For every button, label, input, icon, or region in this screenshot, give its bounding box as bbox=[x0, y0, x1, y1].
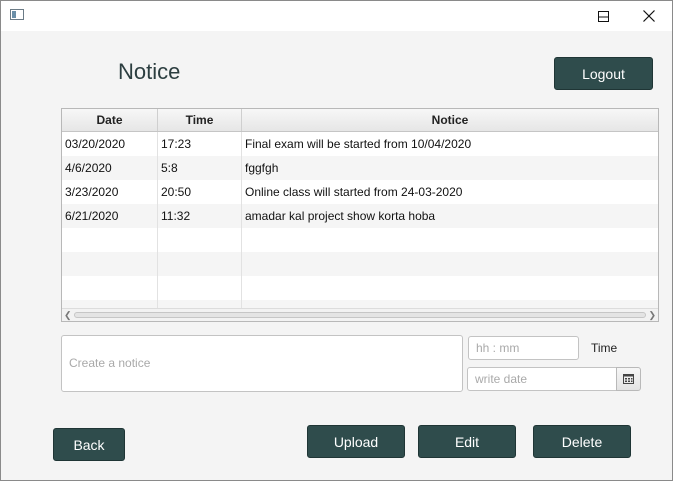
table-row[interactable]: 03/20/2020 17:23 Final exam will be star… bbox=[62, 132, 658, 156]
cell-date: 3/23/2020 bbox=[62, 180, 158, 204]
empty-cell bbox=[158, 228, 242, 252]
scroll-left-icon[interactable]: ❮ bbox=[64, 310, 72, 320]
time-label: Time bbox=[591, 341, 618, 355]
time-input[interactable] bbox=[468, 336, 579, 360]
cell-date: 6/21/2020 bbox=[62, 204, 158, 228]
maximize-icon bbox=[597, 10, 609, 22]
cell-notice: Online class will started from 24-03-202… bbox=[245, 185, 463, 199]
empty-cell bbox=[62, 276, 158, 300]
cell-time: 11:32 bbox=[158, 204, 242, 228]
scroll-right-icon[interactable]: ❯ bbox=[648, 310, 656, 320]
table-row[interactable]: 6/21/2020 11:32 amadar kal project show … bbox=[62, 204, 658, 228]
close-icon bbox=[643, 10, 655, 22]
title-bar bbox=[1, 1, 672, 31]
empty-row bbox=[62, 228, 658, 252]
empty-row bbox=[62, 276, 658, 300]
table-header: Date Time Notice bbox=[62, 109, 658, 132]
upload-button[interactable]: Upload bbox=[307, 425, 405, 458]
horizontal-scrollbar[interactable]: ❮ ❯ bbox=[62, 308, 658, 321]
cell-time: 17:23 bbox=[158, 132, 242, 156]
cell-notice: amadar kal project show korta hoba bbox=[245, 209, 436, 223]
edit-button[interactable]: Edit bbox=[418, 425, 516, 458]
delete-button[interactable]: Delete bbox=[533, 425, 631, 458]
logout-button[interactable]: Logout bbox=[554, 57, 653, 90]
calendar-icon bbox=[623, 374, 634, 384]
app-window: Notice Logout Date Time Notice 03/20/202… bbox=[0, 0, 673, 481]
cell-time: 5:8 bbox=[158, 156, 242, 180]
table-row[interactable]: 4/6/2020 5:8 fggfgh bbox=[62, 156, 658, 180]
empty-cell bbox=[158, 276, 242, 300]
notice-table[interactable]: Date Time Notice 03/20/2020 17:23 Final … bbox=[61, 108, 659, 322]
page-title: Notice bbox=[118, 59, 181, 84]
cell-date: 4/6/2020 bbox=[62, 156, 158, 180]
table-row[interactable]: 3/23/2020 20:50 Online class will starte… bbox=[62, 180, 658, 204]
column-header-notice[interactable]: Notice bbox=[242, 109, 658, 131]
empty-cell bbox=[62, 252, 158, 276]
date-picker-button[interactable] bbox=[616, 367, 641, 391]
notice-input[interactable] bbox=[61, 335, 463, 392]
close-button[interactable] bbox=[626, 1, 672, 31]
cell-notice: fggfgh bbox=[245, 161, 279, 175]
cell-notice: Final exam will be started from 10/04/20… bbox=[245, 137, 472, 151]
cell-date: 03/20/2020 bbox=[62, 132, 158, 156]
empty-row bbox=[62, 252, 658, 276]
empty-cell bbox=[62, 228, 158, 252]
date-input[interactable] bbox=[467, 367, 617, 391]
cell-time: 20:50 bbox=[158, 180, 242, 204]
app-window-icon bbox=[10, 9, 24, 20]
empty-cell bbox=[158, 252, 242, 276]
back-button[interactable]: Back bbox=[53, 428, 125, 461]
column-header-date[interactable]: Date bbox=[62, 109, 158, 131]
column-header-time[interactable]: Time bbox=[158, 109, 242, 131]
scrollbar-thumb[interactable] bbox=[74, 312, 646, 318]
maximize-button[interactable] bbox=[580, 1, 626, 31]
